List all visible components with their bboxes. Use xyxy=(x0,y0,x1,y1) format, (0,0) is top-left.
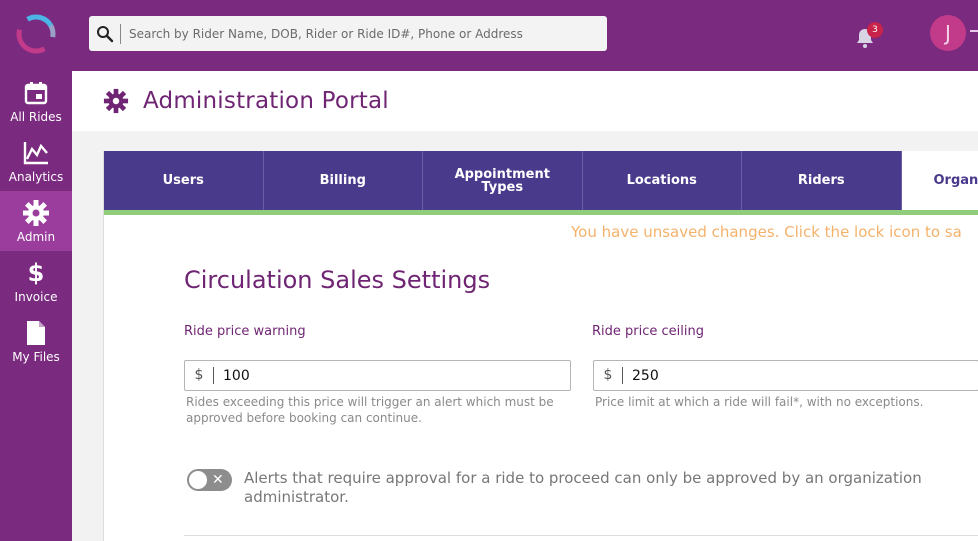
admin-approval-description: Alerts that require approval for a ride … xyxy=(244,469,922,506)
tab-underline xyxy=(104,210,978,215)
currency-symbol: $ xyxy=(185,367,214,384)
sidebar: All Rides Analytics Admin $ Invoice My F… xyxy=(0,71,72,541)
sidebar-item-label: Admin xyxy=(16,230,56,244)
dollar-icon: $ xyxy=(27,259,45,287)
tab-users[interactable]: Users xyxy=(104,151,264,210)
currency-symbol: $ xyxy=(594,367,623,384)
gear-icon xyxy=(103,88,129,114)
notification-badge[interactable]: 3 xyxy=(867,22,883,38)
settings-card: Users Billing Appointment Types Location… xyxy=(103,151,978,541)
avatar-menu-handle[interactable] xyxy=(970,30,978,32)
search-input[interactable] xyxy=(129,26,589,41)
tab-riders[interactable]: Riders xyxy=(742,151,902,210)
tab-locations[interactable]: Locations xyxy=(583,151,742,210)
sidebar-item-invoice[interactable]: $ Invoice xyxy=(0,251,72,311)
sidebar-item-label: Analytics xyxy=(8,170,64,184)
tab-bar: Users Billing Appointment Types Location… xyxy=(104,151,978,210)
ride-price-ceiling-label: Ride price ceiling xyxy=(592,324,704,339)
sidebar-item-label: Invoice xyxy=(14,290,58,304)
tab-billing[interactable]: Billing xyxy=(264,151,423,210)
search-icon[interactable] xyxy=(89,23,121,44)
unsaved-changes-message: You have unsaved changes. Click the lock… xyxy=(571,223,962,241)
file-icon xyxy=(22,319,50,347)
sidebar-item-label: My Files xyxy=(12,350,60,364)
top-bar: 3 J xyxy=(0,0,978,71)
ride-price-ceiling-input[interactable] xyxy=(623,367,923,384)
ride-price-warning-input[interactable] xyxy=(214,367,514,384)
logo-icon[interactable] xyxy=(14,12,58,56)
ride-price-ceiling-field: $ xyxy=(593,360,978,391)
calendar-icon xyxy=(22,79,50,107)
gear-icon xyxy=(22,199,50,227)
ride-price-warning-help: Rides exceeding this price will trigger … xyxy=(186,395,554,425)
page-header: Administration Portal xyxy=(72,71,978,131)
tab-organization[interactable]: Organ xyxy=(901,151,978,210)
ride-price-ceiling-help: Price limit at which a ride will fail*, … xyxy=(595,395,924,409)
sidebar-item-label: All Rides xyxy=(10,110,62,124)
toggle-knob xyxy=(189,471,207,489)
tab-appointment-types[interactable]: Appointment Types xyxy=(423,151,583,210)
search-bar xyxy=(89,16,607,51)
ride-price-warning-label: Ride price warning xyxy=(184,324,306,339)
close-icon: ✕ xyxy=(212,472,224,488)
sidebar-item-analytics[interactable]: Analytics xyxy=(0,131,72,191)
ride-price-warning-field: $ xyxy=(184,360,571,391)
section-title: Circulation Sales Settings xyxy=(184,266,491,294)
page-title: Administration Portal xyxy=(143,88,389,114)
admin-approval-toggle[interactable]: ✕ xyxy=(187,469,232,491)
sidebar-item-my-files[interactable]: My Files xyxy=(0,311,72,371)
avatar[interactable]: J xyxy=(930,15,966,51)
divider xyxy=(184,535,978,536)
chart-icon xyxy=(22,139,50,167)
sidebar-item-all-rides[interactable]: All Rides xyxy=(0,71,72,131)
sidebar-item-admin[interactable]: Admin xyxy=(0,191,72,251)
